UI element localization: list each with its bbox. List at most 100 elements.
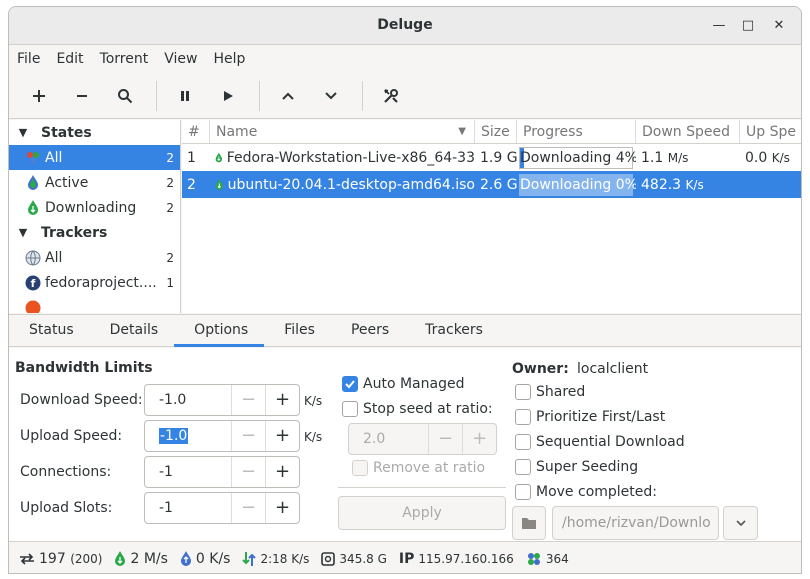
sequential-download-label: Sequential Download [536,434,685,450]
torrent-row[interactable]: 1 Fedora-Workstation-Live-x86_64-33 1.9 … [182,144,801,171]
remove-icon[interactable] [64,79,100,113]
apply-button[interactable]: Apply [338,496,506,530]
remove-at-ratio-checkbox[interactable]: Remove at ratio [352,460,485,476]
col-up-speed[interactable]: Up Spe [740,120,801,143]
folder-button[interactable] [512,506,546,540]
checkbox-icon[interactable] [515,484,531,500]
menu-torrent[interactable]: Torrent [100,51,149,67]
tab-status[interactable]: Status [9,314,90,347]
preferences-icon[interactable] [373,79,409,113]
stop-seed-label: Stop seed at ratio: [363,401,493,417]
state-all[interactable]: All 2 [9,145,180,170]
pause-icon[interactable] [167,79,203,113]
tab-details[interactable]: Details [90,314,175,347]
torrent-down-speed: 482.3 K/s [636,177,740,193]
menu-edit[interactable]: Edit [56,51,83,67]
decrement-icon[interactable]: − [231,421,265,451]
move-completed-path[interactable]: /home/rizvan/Downlo [552,506,719,540]
state-active[interactable]: Active 2 [9,170,180,195]
path-dropdown-button[interactable] [723,506,758,540]
download-speed-value[interactable]: -1.0 [145,385,231,415]
upload-speed-value[interactable]: -1.0 [145,421,231,451]
tab-files[interactable]: Files [264,314,331,347]
upload-speed-status[interactable]: 0 K/s [180,550,231,567]
state-count: 2 [166,150,174,165]
download-speed-label: Download Speed: [20,392,143,408]
upload-slots-value[interactable]: -1 [145,493,231,523]
col-name[interactable]: Name ▼ [210,120,475,143]
menu-view[interactable]: View [164,51,197,67]
harddisk-icon [321,551,336,566]
upload-speed-spinner[interactable]: -1.0 − + [144,420,300,452]
checkbox-icon[interactable] [515,459,531,475]
menu-file[interactable]: File [17,51,40,67]
trackers-label: Trackers [41,224,108,241]
prioritize-checkbox[interactable]: Prioritize First/Last [515,409,665,425]
move-down-icon[interactable] [313,79,349,113]
col-size[interactable]: Size [475,120,517,143]
torrent-list: # Name ▼ Size Progress Down Speed Up Spe… [182,120,801,313]
external-ip-status: IP 115.97.160.166 [399,551,514,567]
upload-slots-spinner[interactable]: -1 − + [144,492,300,524]
decrement-icon[interactable]: − [428,424,462,454]
connections-spinner[interactable]: -1 − + [144,456,300,488]
checkbox-icon[interactable] [515,409,531,425]
menu-help[interactable]: Help [213,51,245,67]
col-number[interactable]: # [182,120,210,143]
checkbox-checked-icon[interactable] [342,376,358,392]
increment-icon[interactable]: + [462,424,496,454]
add-icon[interactable] [21,79,57,113]
download-speed-status[interactable]: 2 M/s [114,551,168,567]
tab-options[interactable]: Options [174,314,265,347]
shared-checkbox[interactable]: Shared [515,384,585,400]
sequential-download-checkbox[interactable]: Sequential Download [515,434,685,450]
tracker-fedoraproject[interactable]: f fedoraproject.... 1 [9,270,180,295]
move-up-icon[interactable] [270,79,306,113]
maximize-icon[interactable]: □ [738,16,758,36]
minimize-icon[interactable]: — [709,16,729,36]
state-label: Downloading [45,199,137,216]
tab-trackers[interactable]: Trackers [405,314,499,347]
states-label: States [41,124,92,141]
connections-label: Connections: [20,464,112,480]
increment-icon[interactable]: + [265,385,299,415]
increment-icon[interactable]: + [265,457,299,487]
col-down-speed[interactable]: Down Speed [636,120,740,143]
close-icon[interactable]: ✕ [769,16,789,36]
ratio-spinner[interactable]: 2.0 − + [348,423,497,455]
connections-value[interactable]: -1 [145,457,231,487]
connections-status[interactable]: 197 (200) [19,551,102,567]
state-downloading[interactable]: Downloading 2 [9,195,180,220]
dht-status: 364 [526,551,569,567]
upload-speed-total: 0 K/s [195,550,231,567]
tracker-all[interactable]: All 2 [9,245,180,270]
auto-managed-checkbox[interactable]: Auto Managed [342,376,464,392]
checkbox-icon[interactable] [515,384,531,400]
tab-peers[interactable]: Peers [331,314,405,347]
move-completed-checkbox[interactable]: Move completed: [515,484,657,500]
download-speed-spinner[interactable]: -1.0 − + [144,384,300,416]
ratio-value[interactable]: 2.0 [349,424,428,454]
torrent-row[interactable]: 2 ubuntu-20.04.1-desktop-amd64.iso 2.6 G… [182,171,801,198]
checkbox-icon[interactable] [352,460,368,476]
increment-icon[interactable]: + [265,421,299,451]
stop-seed-checkbox[interactable]: Stop seed at ratio: [342,401,493,417]
col-progress[interactable]: Progress [517,120,636,143]
states-header[interactable]: ▼ States [9,120,180,145]
tracker-ubuntu[interactable] [9,295,180,313]
checkbox-icon[interactable] [515,434,531,450]
decrement-icon[interactable]: − [231,385,265,415]
super-seeding-checkbox[interactable]: Super Seeding [515,459,638,475]
resume-icon[interactable] [210,79,246,113]
trackers-header[interactable]: ▼ Trackers [9,220,180,245]
checkbox-icon[interactable] [342,401,358,417]
search-icon[interactable] [107,79,143,113]
upload-speed-unit: K/s [304,430,323,444]
active-icon [25,175,41,191]
expander-icon[interactable]: ▼ [13,126,33,139]
decrement-icon[interactable]: − [231,457,265,487]
tracker-label: fedoraproject.... [45,274,157,291]
decrement-icon[interactable]: − [231,493,265,523]
expander-icon[interactable]: ▼ [13,226,33,239]
increment-icon[interactable]: + [265,493,299,523]
